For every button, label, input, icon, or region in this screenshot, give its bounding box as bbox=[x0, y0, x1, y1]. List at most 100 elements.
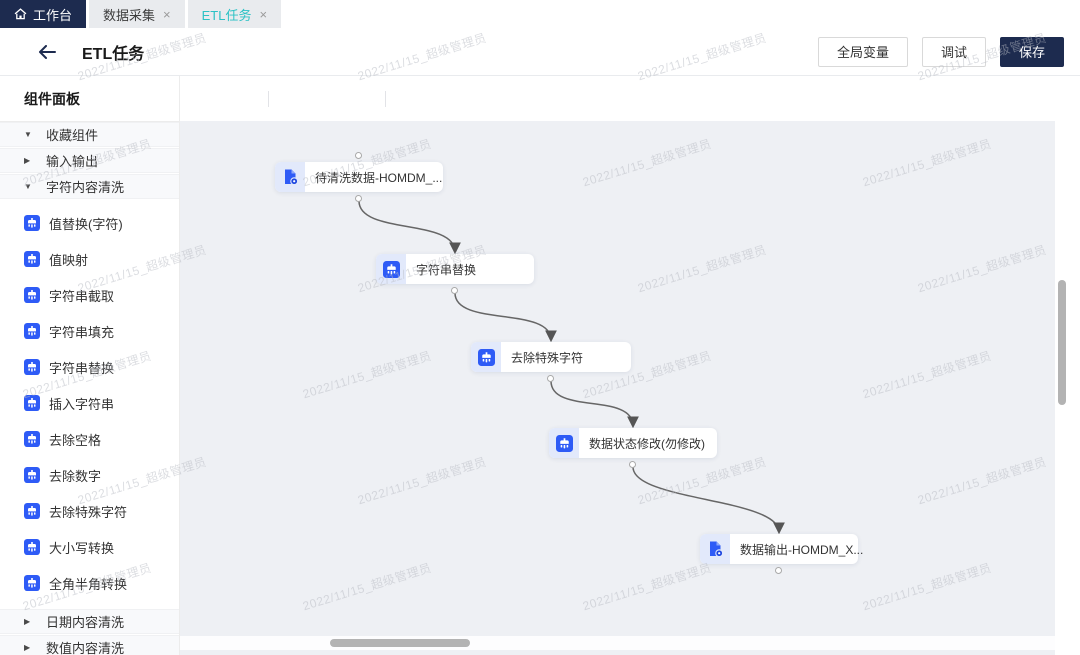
flow-canvas[interactable]: 待清洗数据-HOMDM_... 字符串替换去除特殊字符数据状态修改(勿修改) 数据输… bbox=[180, 76, 1055, 655]
brush-icon bbox=[24, 431, 40, 447]
brush-icon bbox=[24, 395, 40, 411]
brush-icon bbox=[24, 251, 40, 267]
back-button[interactable] bbox=[38, 45, 56, 59]
保存-button[interactable]: 保存 bbox=[1000, 37, 1064, 67]
node-label: 待清洗数据-HOMDM_... bbox=[305, 169, 454, 186]
header-left: ETL任务 bbox=[38, 40, 144, 64]
brush-icon bbox=[24, 359, 40, 375]
brush-icon bbox=[24, 323, 40, 339]
tab-label: 数据采集 bbox=[103, 5, 155, 24]
horizontal-scrollbar-thumb[interactable] bbox=[330, 639, 470, 647]
data-file-icon bbox=[275, 162, 305, 192]
flow-edge bbox=[455, 293, 551, 340]
home-icon bbox=[14, 8, 27, 20]
horizontal-scrollbar[interactable] bbox=[180, 636, 1055, 650]
brush-icon bbox=[24, 467, 40, 483]
item-label: 去除特殊字符 bbox=[49, 502, 127, 521]
sidebar-section-数值内容清洗[interactable]: ▶ 数值内容清洗 bbox=[0, 635, 179, 655]
item-label: 字符串填充 bbox=[49, 322, 114, 341]
component-item-字符串替换[interactable]: 字符串替换 bbox=[0, 349, 179, 385]
canvas-toolbar bbox=[180, 76, 1055, 121]
flow-node-数据状态修改(勿修改)[interactable]: 数据状态修改(勿修改) bbox=[549, 428, 717, 458]
output-port[interactable] bbox=[547, 375, 554, 382]
sidebar-section-输入输出[interactable]: ▶输入输出 bbox=[0, 148, 179, 173]
flow-node-字符串替换[interactable]: 字符串替换 bbox=[376, 254, 534, 284]
caret-down-icon: ▼ bbox=[24, 130, 34, 139]
component-item-字符串填充[interactable]: 字符串填充 bbox=[0, 313, 179, 349]
item-label: 值映射 bbox=[49, 250, 88, 269]
main-area: 组件面板 ▼收藏组件▶输入输出▼字符内容清洗值替换(字符)值映射字符串截取字符串… bbox=[0, 76, 1080, 655]
output-port[interactable] bbox=[775, 567, 782, 574]
brush-icon bbox=[24, 575, 40, 591]
item-label: 去除空格 bbox=[49, 430, 101, 449]
component-item-大小写转换[interactable]: 大小写转换 bbox=[0, 529, 179, 565]
tab-close-icon[interactable]: × bbox=[163, 8, 171, 21]
flow-node-待清洗数据-HOMDM_...[interactable]: 待清洗数据-HOMDM_... bbox=[275, 162, 443, 192]
item-label: 插入字符串 bbox=[49, 394, 114, 413]
component-item-去除数字[interactable]: 去除数字 bbox=[0, 457, 179, 493]
flow-edge bbox=[551, 381, 633, 426]
brush-icon bbox=[24, 503, 40, 519]
component-item-去除空格[interactable]: 去除空格 bbox=[0, 421, 179, 457]
node-label: 数据输出-HOMDM_X... bbox=[730, 541, 875, 558]
brush-icon bbox=[376, 254, 406, 284]
sidebar-section-收藏组件[interactable]: ▼ 收藏组件 bbox=[0, 122, 179, 147]
tab-label: 工作台 bbox=[33, 5, 72, 24]
brush-icon bbox=[24, 575, 40, 591]
tab-ETL任务[interactable]: ETL任务× bbox=[188, 0, 281, 28]
input-port[interactable] bbox=[355, 152, 362, 159]
item-label: 全角半角转换 bbox=[49, 574, 127, 593]
vertical-scrollbar[interactable] bbox=[1055, 76, 1080, 655]
component-tree: ▼收藏组件▶输入输出▼字符内容清洗值替换(字符)值映射字符串截取字符串填充字符串… bbox=[0, 122, 179, 655]
全局变量-button[interactable]: 全局变量 bbox=[818, 37, 908, 67]
sidebar-section-字符内容清洗[interactable]: ▼字符内容清洗 bbox=[0, 174, 179, 199]
toolbar-divider bbox=[385, 91, 386, 107]
data-file-icon bbox=[706, 540, 724, 558]
panel-title: 组件面板 bbox=[0, 76, 179, 122]
brush-icon bbox=[471, 342, 501, 372]
item-label: 大小写转换 bbox=[49, 538, 114, 557]
data-file-icon bbox=[700, 534, 730, 564]
component-item-插入字符串[interactable]: 插入字符串 bbox=[0, 385, 179, 421]
header-actions: 全局变量调试保存 bbox=[818, 37, 1064, 67]
item-label: 值替换(字符) bbox=[49, 214, 123, 233]
caret-right-icon: ▶ bbox=[24, 617, 34, 626]
sidebar-section-日期内容清洗[interactable]: ▶ 日期内容清洗 bbox=[0, 609, 179, 634]
output-port[interactable] bbox=[355, 195, 362, 202]
item-label: 字符串截取 bbox=[49, 286, 114, 305]
vertical-scrollbar-thumb[interactable] bbox=[1058, 280, 1066, 405]
brush-icon bbox=[24, 323, 40, 339]
tab-工作台[interactable]: 工作台 bbox=[0, 0, 86, 28]
brush-icon bbox=[24, 395, 40, 411]
caret-right-icon: ▶ bbox=[24, 643, 34, 652]
output-port[interactable] bbox=[451, 287, 458, 294]
component-item-去除特殊字符[interactable]: 去除特殊字符 bbox=[0, 493, 179, 529]
component-item-值映射[interactable]: 值映射 bbox=[0, 241, 179, 277]
flow-edge bbox=[359, 201, 455, 252]
brush-icon bbox=[383, 261, 400, 278]
brush-icon bbox=[24, 539, 40, 555]
back-arrow-icon bbox=[38, 45, 56, 59]
section-label: 输入输出 bbox=[46, 151, 98, 170]
调试-button[interactable]: 调试 bbox=[922, 37, 986, 67]
brush-icon bbox=[549, 428, 579, 458]
flow-node-去除特殊字符[interactable]: 去除特殊字符 bbox=[471, 342, 631, 372]
brush-icon bbox=[24, 359, 40, 375]
tab-bar: 工作台数据采集×ETL任务× bbox=[0, 0, 1080, 28]
output-port[interactable] bbox=[629, 461, 636, 468]
node-label: 去除特殊字符 bbox=[501, 349, 595, 366]
item-label: 字符串替换 bbox=[49, 358, 114, 377]
component-item-字符串截取[interactable]: 字符串截取 bbox=[0, 277, 179, 313]
brush-icon bbox=[478, 349, 495, 366]
section-label: 收藏组件 bbox=[46, 125, 98, 144]
node-label: 字符串替换 bbox=[406, 261, 488, 278]
page-title: ETL任务 bbox=[82, 40, 144, 64]
component-item-全角半角转换[interactable]: 全角半角转换 bbox=[0, 565, 179, 601]
section-label: 数值内容清洗 bbox=[46, 638, 124, 655]
component-item-值替换(字符)[interactable]: 值替换(字符) bbox=[0, 205, 179, 241]
tab-数据采集[interactable]: 数据采集 × bbox=[89, 0, 185, 28]
flow-node-数据输出-HOMDM_X...[interactable]: 数据输出-HOMDM_X... bbox=[700, 534, 858, 564]
section-label: 日期内容清洗 bbox=[46, 612, 124, 631]
brush-icon bbox=[24, 539, 40, 555]
tab-close-icon[interactable]: × bbox=[259, 8, 267, 21]
